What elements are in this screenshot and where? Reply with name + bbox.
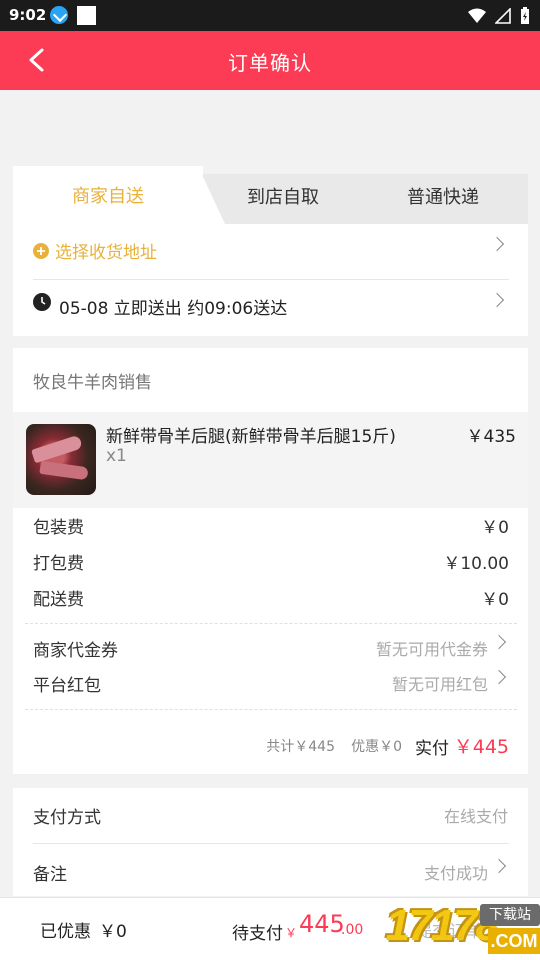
fee-label-delivery: 配送费 [33,590,84,610]
tab-merchant-delivery[interactable]: 商家自送 [13,166,203,224]
tab-express-delivery[interactable]: 普通快递 [363,174,523,224]
platform-redpacket-label: 平台红包 [33,676,101,696]
app-notification-icon [77,6,96,25]
app-header: 订单确认 [0,31,540,90]
status-time: 9:02 [9,6,47,24]
fee-label-packing: 打包费 [33,554,84,574]
merchant-coupon-row[interactable]: 商家代金券 暂无可用代金券 [33,636,513,662]
product-price: ￥435 [466,427,516,447]
select-address-label: 选择收货地址 [55,243,157,263]
fee-label-packaging: 包装费 [33,518,84,538]
fee-value-packing: ￥10.00 [443,554,509,574]
to-pay-label: 待支付 [232,924,283,944]
remark-label: 备注 [33,865,67,885]
add-circle-icon [33,243,49,259]
page-title: 订单确认 [228,51,312,75]
platform-redpacket-row[interactable]: 平台红包 暂无可用红包 [33,671,513,697]
fee-value-delivery: ￥0 [481,590,509,610]
watermark-badge: 下载站 [480,904,540,926]
order-summary: ￥445 实付 优惠￥0 共计￥445 [209,732,509,759]
status-bar: 9:02 [0,0,540,31]
wifi-icon [468,8,486,23]
divider [33,843,509,844]
delivery-method-tabs: 商家自送 到店自取 普通快递 [13,166,528,224]
product-name: 新鲜带骨羊后腿(新鲜带骨羊后腿15斤) [106,427,396,447]
summary-discount: 优惠￥0 [351,739,402,755]
product-thumbnail [26,424,96,495]
watermark-suffix: .COM [488,928,540,954]
shop-name: 牧良牛羊肉销售 [33,373,152,393]
watermark-logo: 17178 下载站 .COM [310,901,540,960]
payment-method-row[interactable]: 支付方式 在线支付 [33,803,513,829]
fee-value-packaging: ￥0 [481,518,509,538]
summary-paid-value: ￥445 [453,736,509,758]
summary-total: 共计￥445 [266,739,335,755]
dashed-divider [25,709,517,710]
discount-value: ￥0 [99,922,127,942]
dashed-divider [25,623,517,624]
payment-method-value: 在线支付 [443,807,508,826]
merchant-coupon-label: 商家代金券 [33,641,118,661]
download-icon [50,6,68,24]
summary-paid-label: 实付 [415,739,449,759]
signal-icon [495,8,511,24]
remark-row[interactable]: 备注 支付成功 [33,860,513,886]
delivery-time-text: 05-08 立即送出 约09:06送达 [59,299,288,319]
to-pay-currency: ￥ [285,926,298,940]
thumb-meat-2 [39,460,89,481]
remark-value: 支付成功 [423,864,488,883]
product-quantity: x1 [106,446,127,466]
discount-label: 已优惠 [40,922,91,942]
payment-method-label: 支付方式 [33,808,101,828]
tab-store-pickup[interactable]: 到店自取 [203,174,363,224]
platform-redpacket-value: 暂无可用红包 [391,675,488,694]
battery-icon [521,7,529,24]
merchant-coupon-value: 暂无可用代金券 [375,640,488,659]
select-address-row[interactable]: 选择收货地址 [33,238,513,264]
divider [33,279,509,280]
thumb-meat-1 [31,434,83,464]
delivery-time-row[interactable]: 05-08 立即送出 约09:06送达 [33,292,513,319]
clock-icon [33,293,51,311]
